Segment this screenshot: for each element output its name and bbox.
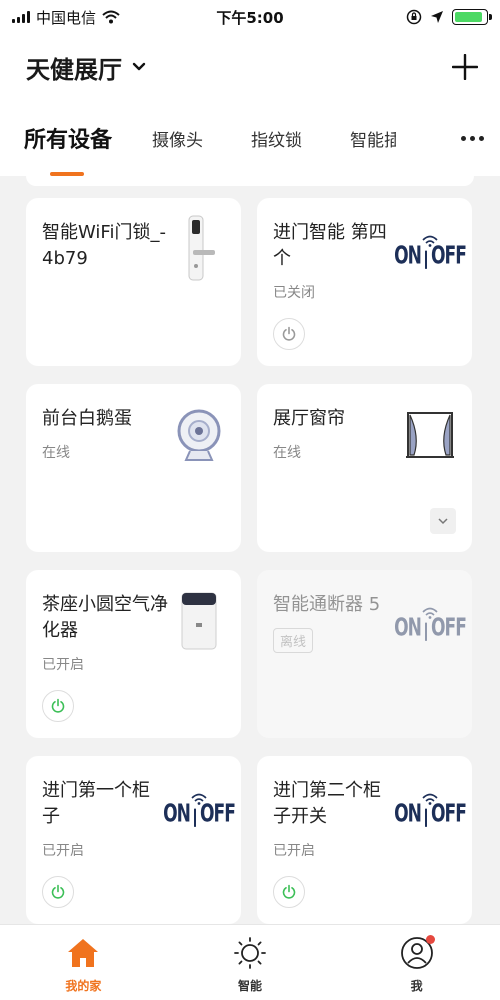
device-card-camera[interactable]: 前台白鹅蛋 在线 <box>26 384 241 552</box>
location-icon <box>431 11 443 23</box>
more-tabs-button[interactable] <box>444 100 500 176</box>
orientation-lock-icon <box>406 9 422 25</box>
camera-icon <box>167 402 231 468</box>
nav-me[interactable]: 我 <box>357 935 477 994</box>
home-name: 天健展厅 <box>26 55 122 84</box>
home-icon <box>65 935 101 971</box>
device-status: 已开启 <box>273 843 315 859</box>
on-text: ON <box>163 799 191 828</box>
bottom-nav: 我的家 智能 我 <box>0 924 500 1000</box>
on-off-switch-icon: ON OFF <box>394 216 467 282</box>
on-text: ON <box>394 799 422 828</box>
status-left: 中国电信 <box>12 7 120 28</box>
device-card-door-lock[interactable]: 智能WiFi门锁_-4b79 <box>26 198 241 366</box>
device-card-curtain[interactable]: 展厅窗帘 在线 <box>257 384 472 552</box>
air-purifier-icon <box>167 588 231 654</box>
on-text: ON <box>394 613 422 642</box>
profile-icon <box>399 935 435 971</box>
nav-label: 我 <box>410 979 423 993</box>
home-selector[interactable]: 天健展厅 <box>26 50 146 85</box>
device-status: 已开启 <box>42 843 84 859</box>
battery-icon <box>452 9 492 25</box>
device-name: 智能通断器 5 <box>273 594 381 615</box>
on-off-switch-icon: ON OFF <box>163 774 236 840</box>
status-bar: 中国电信 下午5:00 <box>0 0 500 34</box>
on-off-logo: ON OFF <box>394 799 467 828</box>
device-card-cabinet-1[interactable]: 进门第一个柜子 已开启 ON OFF <box>26 756 241 924</box>
nav-label: 我的家 <box>65 979 102 993</box>
nav-smart[interactable]: 智能 <box>190 935 310 994</box>
off-text: OFF <box>430 613 467 642</box>
power-icon <box>282 884 296 899</box>
sun-icon <box>232 935 268 971</box>
tab-all-devices[interactable]: 所有设备 <box>24 122 112 176</box>
signal-icon <box>12 11 30 23</box>
device-category-tabs: 所有设备 摄像头 指纹锁 智能插 <box>0 100 500 176</box>
more-dot <box>469 135 475 141</box>
device-status: 已关闭 <box>273 285 315 301</box>
offline-badge: 离线 <box>273 628 314 653</box>
curtain-icon <box>398 402 462 468</box>
header: 天健展厅 <box>0 34 500 100</box>
nav-label: 智能 <box>237 979 262 993</box>
device-name: 智能WiFi门锁_-4b79 <box>42 222 166 269</box>
on-off-logo: ON OFF <box>394 241 467 270</box>
power-icon <box>51 698 65 713</box>
device-name: 展厅窗帘 <box>273 408 345 429</box>
on-off-logo: ON OFF <box>163 799 236 828</box>
device-status: 已开启 <box>42 657 84 673</box>
plus-icon <box>451 53 479 81</box>
power-icon <box>282 326 296 341</box>
on-off-switch-icon: ON OFF <box>394 588 467 654</box>
add-device-button[interactable] <box>451 47 479 87</box>
power-button[interactable] <box>42 690 74 722</box>
power-icon <box>51 884 65 899</box>
device-card-cabinet-2[interactable]: 进门第二个柜子开关 已开启 ON OFF <box>257 756 472 924</box>
device-card-switch-5[interactable]: 智能通断器 5 离线 ON OFF <box>257 570 472 738</box>
battery-level <box>455 12 482 22</box>
device-name: 前台白鹅蛋 <box>42 408 132 429</box>
on-off-switch-icon: ON OFF <box>394 774 467 840</box>
on-text: ON <box>394 241 422 270</box>
power-button[interactable] <box>273 318 305 350</box>
tab-cameras[interactable]: 摄像头 <box>152 126 203 151</box>
notification-badge <box>425 935 435 944</box>
device-name: 进门智能 第四个 <box>273 222 387 269</box>
tab-fingerprint-locks[interactable]: 指纹锁 <box>251 126 302 151</box>
chevron-down-icon <box>132 62 146 71</box>
door-lock-icon <box>167 215 231 282</box>
device-card-air-purifier[interactable]: 茶座小圆空气净化器 已开启 <box>26 570 241 738</box>
off-text: OFF <box>199 799 236 828</box>
off-text: OFF <box>430 799 467 828</box>
tab-smart[interactable]: 智能插 <box>350 126 396 151</box>
device-grid: 智能WiFi门锁_-4b79 进门智能 第四个 已关闭 ON OFF 前台白鹅蛋… <box>0 176 500 924</box>
expand-button[interactable] <box>430 508 456 534</box>
off-text: OFF <box>430 241 467 270</box>
status-right <box>406 9 492 25</box>
device-name: 进门第二个柜子开关 <box>273 780 381 827</box>
chevron-down-icon <box>438 518 448 525</box>
device-card-switch-4[interactable]: 进门智能 第四个 已关闭 ON OFF <box>257 198 472 366</box>
more-dot <box>478 135 484 141</box>
wifi-icon <box>102 10 120 24</box>
more-dot <box>460 135 466 141</box>
carrier-name: 中国电信 <box>36 8 97 27</box>
power-button[interactable] <box>273 876 305 908</box>
device-name: 进门第一个柜子 <box>42 780 150 827</box>
nav-my-home[interactable]: 我的家 <box>23 935 143 994</box>
power-button[interactable] <box>42 876 74 908</box>
on-off-logo: ON OFF <box>394 613 467 642</box>
device-name: 茶座小圆空气净化器 <box>42 594 168 641</box>
